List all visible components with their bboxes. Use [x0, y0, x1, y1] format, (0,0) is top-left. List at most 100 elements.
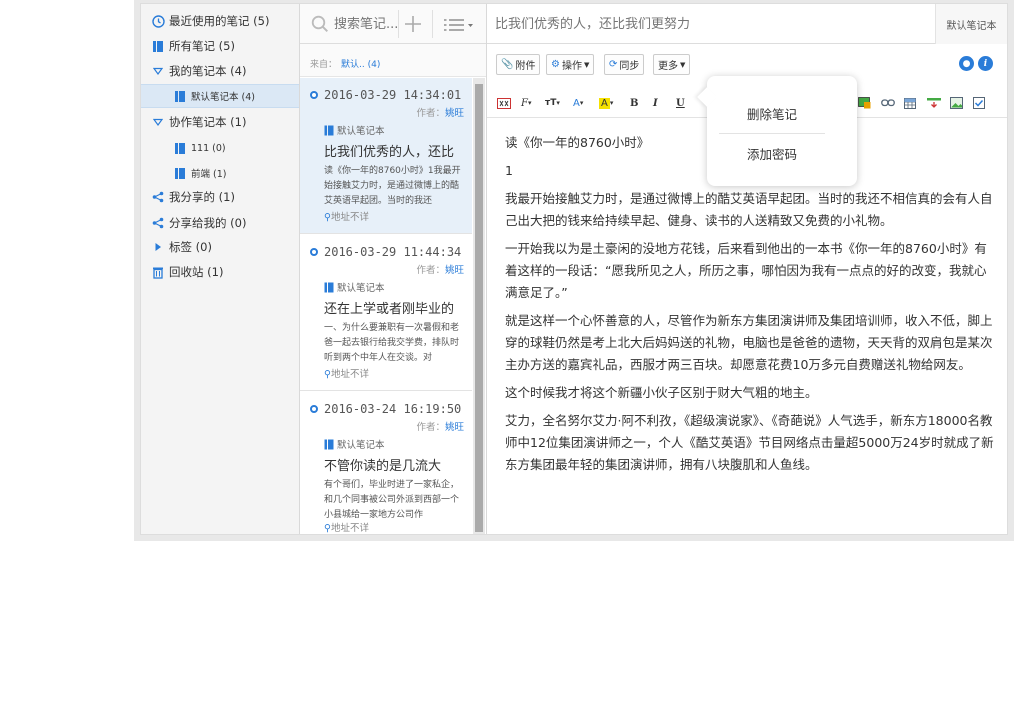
note-list-column: 来自：默认.. (4) 2016-03-29 14:34:01 作者：姚旺 默认… — [300, 4, 487, 534]
font-family-icon[interactable]: F ▾ — [521, 96, 531, 110]
location-pin-icon: ⚲ — [324, 523, 331, 534]
font-size-icon[interactable]: тT ▾ — [545, 96, 560, 110]
sidebar-item-default-notebook[interactable]: 默认笔记本 (4) — [141, 84, 299, 108]
format-clear-icon[interactable] — [497, 96, 511, 110]
share-icon — [151, 216, 165, 230]
sidebar-item-shared-notebooks[interactable]: 协作笔记本 (1) — [141, 110, 299, 134]
note-card[interactable]: 2016-03-29 11:44:34 作者：姚旺 默认笔记本 还在上学或者刚毕… — [300, 235, 472, 391]
note-notebook: 默认笔记本 — [324, 437, 385, 451]
divider — [398, 10, 399, 38]
delete-note-menu-item[interactable]: 删除笔记 — [719, 94, 825, 132]
search-input[interactable] — [300, 4, 398, 44]
more-menu-popup: 删除笔记 添加密码 — [707, 76, 857, 186]
notebook-icon — [173, 141, 187, 155]
notebook-icon — [173, 166, 187, 180]
sidebar-item-my-notebooks[interactable]: 我的笔记本 (4) — [141, 59, 299, 83]
note-date: 2016-03-24 16:19:50 — [324, 402, 462, 416]
app-window: 最近使用的笔记 (5) 所有笔记 (5) 我的笔记本 (4) 默认笔记本 (4) — [134, 0, 1014, 541]
insert-below-icon[interactable] — [927, 96, 941, 110]
note-snippet: 有个哥们，毕业时进了一家私企，和几个同事被公司外派到西部一个小县城给一家地方公司… — [324, 480, 460, 520]
sidebar-item-label: 所有笔记 (5) — [169, 39, 235, 53]
sidebar-item-label: 默认笔记本 (4) — [191, 92, 255, 103]
note-snippet: 一、为什么要兼职有一次暑假和老爸一起去银行给我交学费，排队时听到两个中年人在交谈… — [324, 323, 460, 363]
notebook-icon — [324, 439, 334, 449]
checkbox-icon[interactable] — [973, 96, 985, 110]
note-location: ⚲地址不详 — [324, 369, 369, 380]
sidebar-item-label: 111 (0) — [191, 142, 226, 154]
add-note-icon[interactable] — [403, 14, 423, 38]
tag-icon[interactable]: ● — [959, 56, 974, 71]
sidebar-item-tags[interactable]: 标签 (0) — [141, 235, 299, 259]
sidebar-item-label: 最近使用的笔记 (5) — [169, 14, 270, 28]
notebook-icon — [173, 89, 187, 103]
content-paragraph: 一开始我以为是土豪闲的没地方花钱，后来看到他出的一本书《你一年的8760小时》有… — [505, 241, 987, 300]
clock-icon — [151, 14, 165, 28]
source-link[interactable]: 默认.. (4) — [341, 60, 380, 70]
content-paragraph: 艾力，全名努尔艾力·阿不利孜，《超级演说家》、《奇葩说》人气选手，新东方1800… — [505, 413, 994, 472]
trash-icon — [151, 265, 165, 279]
sidebar-item-my-shared[interactable]: 我分享的 (1) — [141, 185, 299, 209]
sidebar: 最近使用的笔记 (5) 所有笔记 (5) 我的笔记本 (4) 默认笔记本 (4) — [141, 4, 300, 534]
timeline-dot — [310, 91, 318, 99]
app-inner: 最近使用的笔记 (5) 所有笔记 (5) 我的笔记本 (4) 默认笔记本 (4) — [140, 3, 1008, 535]
sidebar-item-label: 我分享的 (1) — [169, 190, 235, 204]
italic-icon[interactable]: I — [653, 96, 658, 110]
bold-icon[interactable]: B — [630, 96, 638, 110]
insert-image-icon[interactable] — [858, 96, 871, 110]
source-label: 来自： — [310, 60, 338, 70]
sync-button[interactable]: ⟳ 同步 — [604, 54, 645, 75]
note-location: ⚲地址不详 — [324, 212, 369, 223]
note-title: 还在上学或者刚毕业的 — [324, 302, 455, 317]
link-icon[interactable] — [881, 96, 895, 110]
search-bar — [300, 4, 486, 44]
underline-icon[interactable]: U — [676, 96, 685, 110]
sidebar-item-label: 回收站 (1) — [169, 265, 224, 279]
note-snippet: 读《你一年的8760小时》1我最开始接触艾力时，是通过微博上的酷艾英语早起团。当… — [324, 166, 461, 206]
source-filter: 来自： 默认.. (4) — [300, 44, 486, 77]
sidebar-item-label: 分享给我的 (0) — [169, 216, 247, 230]
note-card[interactable]: 2016-03-24 16:19:50 作者：姚旺 默认笔记本 不管你读的是几流… — [300, 392, 472, 534]
highlight-color-icon[interactable]: A ▾ — [599, 96, 613, 110]
editor-title-bar: 默认笔记本 — [487, 4, 1007, 44]
caret-down-icon: ▼ — [583, 60, 590, 69]
table-icon[interactable] — [904, 96, 916, 110]
add-password-menu-item[interactable]: 添加密码 — [719, 134, 825, 172]
sidebar-item-notebook-111[interactable]: 111 (0) — [141, 136, 299, 160]
location-pin-icon: ⚲ — [324, 212, 331, 223]
sidebar-item-label: 协作笔记本 (1) — [169, 115, 247, 129]
sidebar-item-trash[interactable]: 回收站 (1) — [141, 260, 299, 284]
notebook-icon — [324, 125, 334, 135]
sidebar-item-all-notes[interactable]: 所有笔记 (5) — [141, 34, 299, 58]
scrollbar-thumb[interactable] — [475, 84, 483, 532]
operate-button[interactable]: ⚙ 操作 ▼ — [546, 54, 595, 75]
sidebar-item-label: 标签 (0) — [169, 240, 212, 254]
caret-right-icon — [151, 240, 165, 254]
note-location: ⚲地址不详 — [324, 523, 369, 534]
note-author: 作者：姚旺 — [416, 265, 464, 276]
timeline-dot — [310, 248, 318, 256]
sidebar-item-recent[interactable]: 最近使用的笔记 (5) — [141, 9, 299, 33]
list-view-icon[interactable] — [444, 17, 474, 36]
sidebar-item-notebook-frontend[interactable]: 前端 (1) — [141, 161, 299, 185]
book-icon — [151, 39, 165, 53]
info-icon[interactable]: i — [978, 56, 993, 71]
picture-icon[interactable] — [950, 96, 963, 110]
attach-button[interactable]: 📎 附件 — [496, 54, 541, 75]
note-list-scrollbar[interactable] — [473, 78, 485, 534]
note-title-input[interactable] — [495, 4, 925, 44]
content-paragraph: 我最开始接触艾力时，是通过微博上的酷艾英语早起团。当时的我还不相信真的会有人自己… — [505, 191, 993, 228]
content-paragraph: 就是这样一个心怀善意的人，尽管作为新东方集团演讲师及集团培训师，收入不低，脚上穿… — [505, 313, 993, 372]
location-pin-icon: ⚲ — [324, 369, 331, 380]
note-card[interactable]: 2016-03-29 14:34:01 作者：姚旺 默认笔记本 比我们优秀的人，… — [300, 78, 472, 234]
note-date: 2016-03-29 14:34:01 — [324, 88, 462, 102]
sidebar-item-shared-to-me[interactable]: 分享给我的 (0) — [141, 211, 299, 235]
note-date: 2016-03-29 11:44:34 — [324, 245, 462, 259]
note-notebook: 默认笔记本 — [324, 280, 385, 294]
paperclip-icon: 📎 — [501, 59, 514, 70]
more-button[interactable]: 更多 ▼ — [653, 54, 691, 75]
sync-icon: ⟳ — [609, 59, 618, 70]
note-notebook: 默认笔记本 — [324, 123, 385, 137]
font-color-icon[interactable]: A ▾ — [573, 96, 583, 110]
notebook-selector[interactable]: 默认笔记本 — [935, 4, 1007, 44]
caret-down-icon: ▼ — [680, 60, 686, 69]
